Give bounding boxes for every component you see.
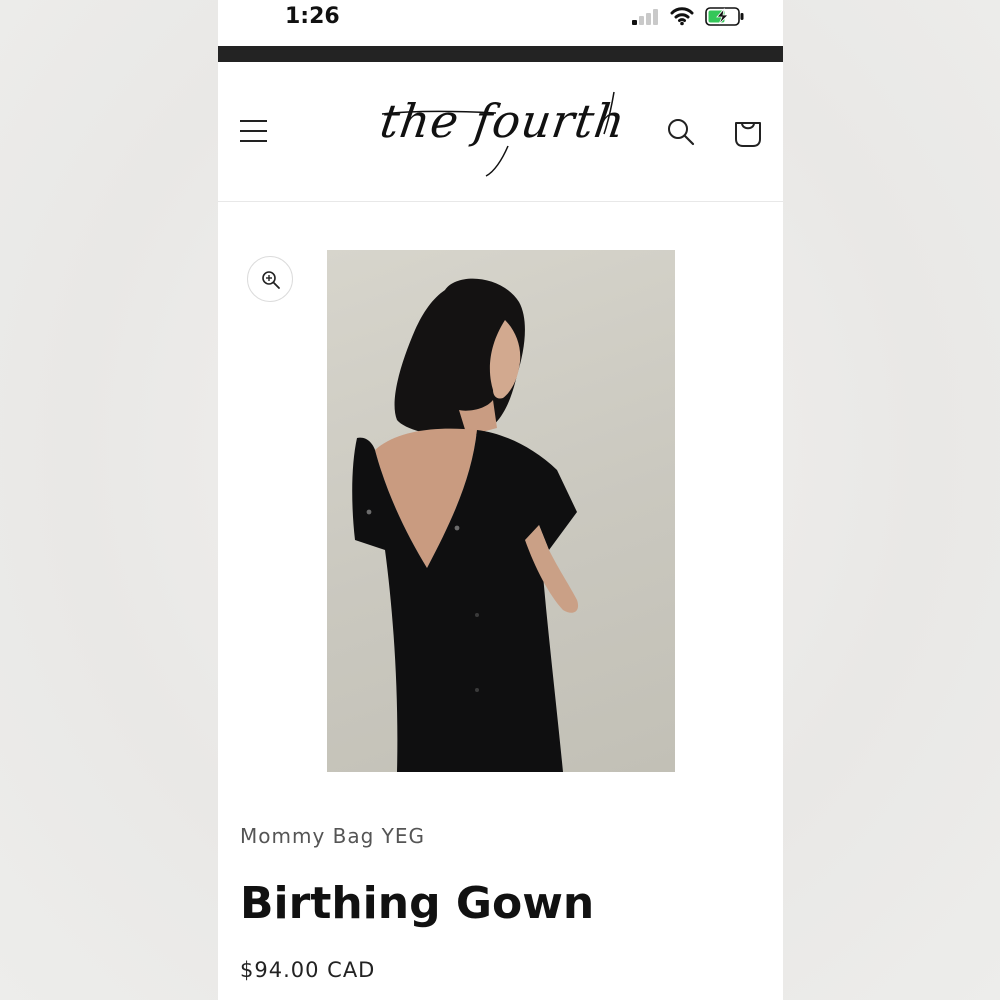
product-price: $94.00 CAD <box>240 958 376 982</box>
wifi-icon <box>670 7 694 26</box>
site-header: the fourth <box>218 62 783 202</box>
announcement-bar <box>218 46 783 62</box>
status-time: 1:26 <box>285 4 340 29</box>
hamburger-menu-icon[interactable] <box>238 116 270 146</box>
store-logo[interactable]: the fourth <box>377 84 629 179</box>
cellular-signal-icon <box>632 9 660 25</box>
product-illustration <box>352 278 579 772</box>
search-icon[interactable] <box>666 117 696 147</box>
product-image[interactable] <box>327 250 675 772</box>
product-vendor: Mommy Bag YEG <box>240 824 426 848</box>
battery-charging-icon <box>705 7 744 26</box>
zoom-button[interactable] <box>247 256 293 302</box>
phone-screen: 1:26 the fourth Mommy Bag YEG Birthing G… <box>218 0 783 1000</box>
logo-text: the fourth <box>377 94 629 148</box>
zoom-in-icon <box>262 271 280 289</box>
product-title: Birthing Gown <box>240 878 595 929</box>
status-bar: 1:26 <box>218 0 783 46</box>
cart-icon[interactable] <box>732 115 764 149</box>
